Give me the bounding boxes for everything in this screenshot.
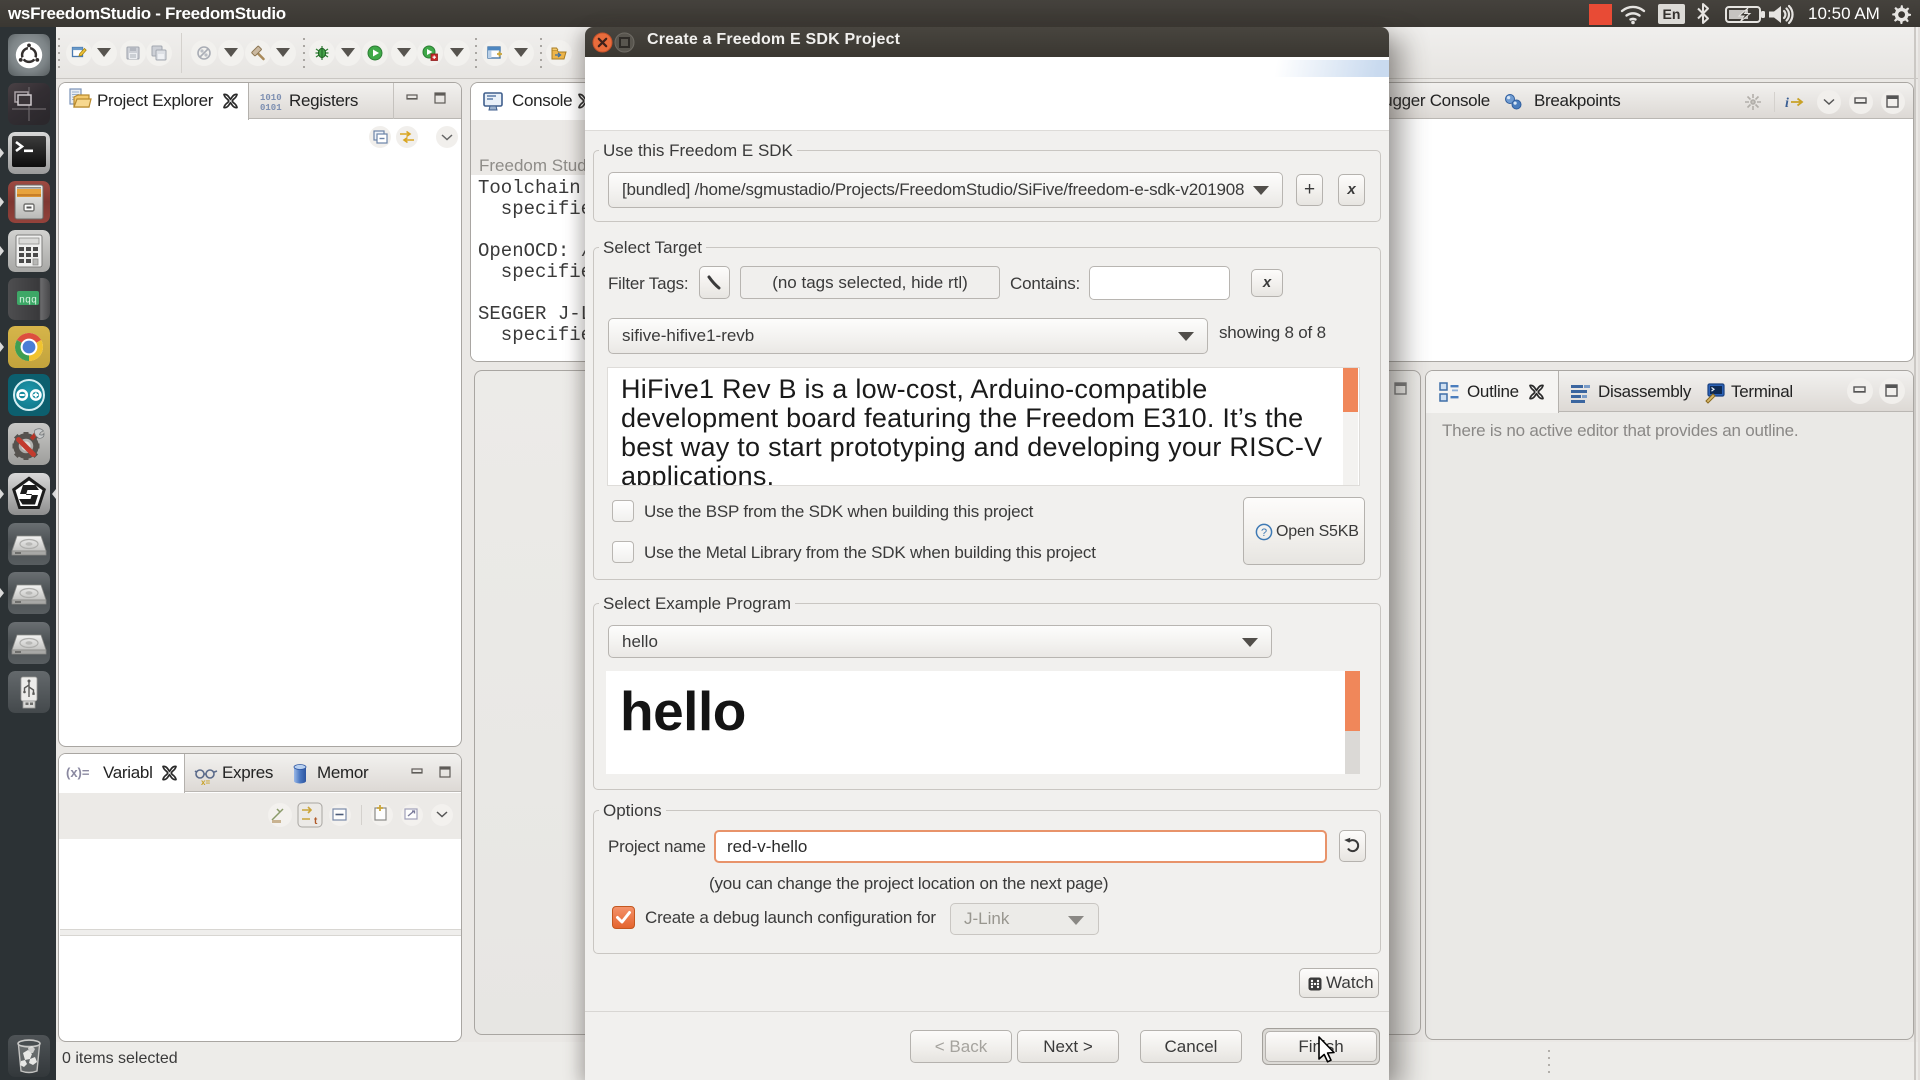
svg-text:i: i — [1785, 96, 1789, 111]
svg-text:x=: x= — [201, 778, 210, 786]
svg-text:0101: 0101 — [260, 103, 282, 113]
svg-text:nqq: nqq — [19, 296, 37, 307]
svg-text:?: ? — [1261, 527, 1267, 539]
svg-text:1010: 1010 — [260, 93, 282, 103]
